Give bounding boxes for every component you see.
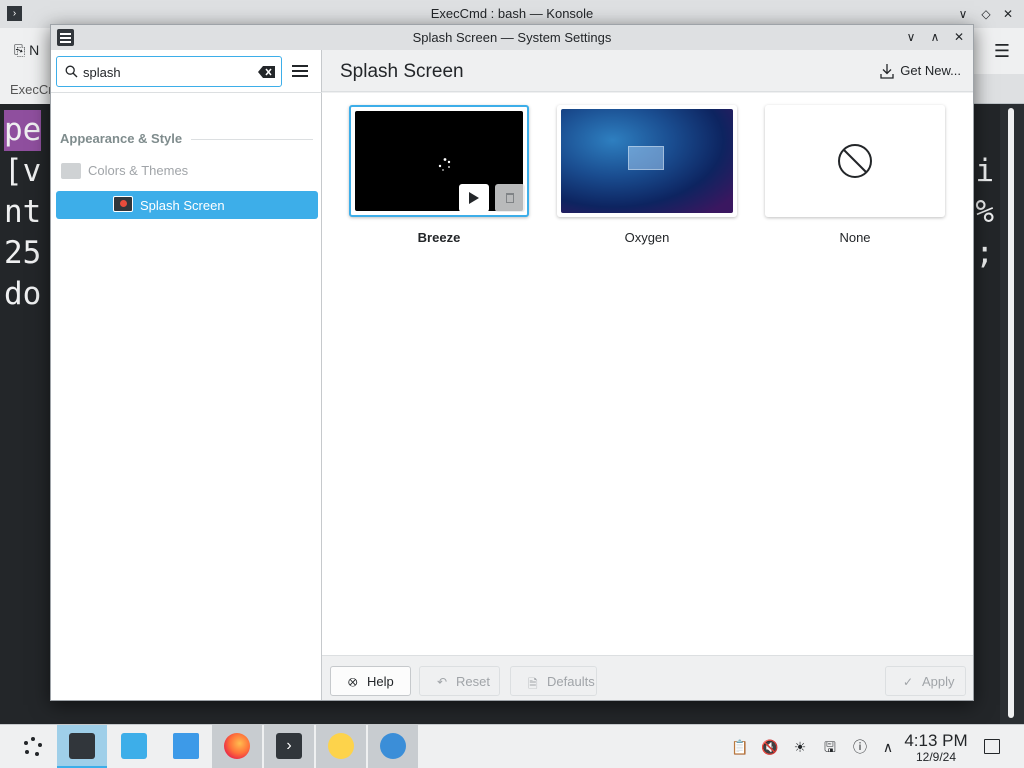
theme-grid: Breeze Oxygen None [322, 93, 973, 655]
firefox-icon [224, 733, 250, 759]
launcher-icon [24, 737, 42, 756]
plane-icon [380, 733, 406, 759]
konsole-menu-icon[interactable]: ☰ [994, 41, 1010, 62]
theme-card-breeze[interactable] [349, 105, 529, 217]
category-header: Appearance & Style [60, 131, 183, 146]
emoji-icon [328, 733, 354, 759]
no-symbol-icon [838, 144, 872, 178]
task-emoji[interactable] [316, 725, 366, 768]
close-icon[interactable]: ✕ [950, 28, 968, 46]
taskbar: › 📋 🔇 ☀ 🖫 ⓘ ∧ 4:13 PM 12/9/24 [0, 724, 1024, 768]
task-dolphin[interactable] [161, 725, 211, 768]
theme-card-none[interactable] [765, 105, 945, 217]
colors-themes-icon [61, 163, 81, 179]
new-tab-label: N [29, 42, 40, 58]
clipboard-icon[interactable]: 📋 [731, 738, 749, 756]
new-tab-icon: ⎘ [14, 42, 26, 58]
splash-screen-icon [113, 196, 133, 212]
content-header: Splash Screen Get New... [322, 50, 973, 92]
volume-muted-icon[interactable]: 🔇 [761, 738, 779, 756]
terminal-scrollbar[interactable] [1000, 104, 1024, 724]
theme-name: Breeze [417, 230, 461, 245]
sidebar-divider [51, 92, 322, 93]
theme-name: None [839, 230, 871, 245]
konsole-window-title: ExecCmd : bash — Konsole [430, 6, 594, 21]
sidebar-item-label: Colors & Themes [88, 163, 189, 178]
help-label: Help [367, 674, 394, 689]
task-firefox[interactable] [212, 725, 262, 768]
tray-expand-icon[interactable]: ∧ [879, 738, 897, 756]
theme-preview [355, 111, 525, 212]
scrollbar-thumb[interactable] [1008, 108, 1014, 718]
system-settings-icon [69, 733, 95, 759]
task-konsole[interactable]: › [264, 725, 314, 768]
app-launcher-button[interactable] [8, 725, 58, 768]
brightness-icon[interactable]: ☀ [791, 738, 809, 756]
clear-search-icon[interactable] [258, 66, 275, 78]
hamburger-menu-icon[interactable] [291, 62, 309, 80]
terminal-line: pe [4, 110, 42, 151]
terminal-line: nt [4, 194, 42, 230]
preview-button[interactable] [459, 184, 489, 212]
apply-button[interactable]: ✓ Apply [885, 666, 966, 696]
sidebar-item-label: Splash Screen [140, 198, 225, 213]
terminal-line: 25 [4, 235, 42, 271]
terminal-fragment: % [975, 194, 994, 230]
get-new-label: Get New... [900, 63, 961, 78]
delete-button[interactable] [495, 184, 525, 212]
new-tab-button[interactable]: ⎘ N [14, 42, 39, 59]
page-title: Splash Screen [340, 61, 464, 82]
minimize-icon[interactable]: ∨ [954, 5, 972, 23]
theme-card-oxygen[interactable] [557, 105, 737, 217]
folder-icon [173, 733, 199, 759]
search-field[interactable] [56, 56, 282, 87]
terminal-fragment: i [975, 153, 994, 189]
button-bar: ⭙ Help ↶ Reset 🗎 Defaults ✓ Apply [322, 655, 973, 700]
defaults-button[interactable]: 🗎 Defaults [510, 666, 597, 696]
play-icon [469, 192, 479, 204]
apply-label: Apply [922, 674, 955, 689]
sidebar-item-splash-screen[interactable]: Splash Screen [56, 191, 318, 219]
search-icon [65, 65, 78, 78]
trash-icon [506, 193, 514, 203]
theme-name: Oxygen [624, 230, 670, 245]
download-icon [880, 64, 894, 79]
defaults-label: Defaults [547, 674, 595, 689]
maximize-icon[interactable]: ◇ [977, 5, 995, 23]
close-icon[interactable]: ✕ [999, 5, 1017, 23]
settings-titlebar[interactable]: Splash Screen — System Settings ∨ ∧ ✕ [51, 25, 973, 50]
help-button[interactable]: ⭙ Help [330, 666, 411, 696]
get-new-button[interactable]: Get New... [876, 59, 961, 83]
settings-window-title: Splash Screen — System Settings [412, 30, 612, 45]
task-discover[interactable] [109, 725, 159, 768]
checkmark-icon: ✓ [903, 675, 914, 689]
maximize-icon[interactable]: ∧ [926, 28, 944, 46]
category-divider [191, 139, 313, 140]
settings-sidebar: Appearance & Style Colors & Themes Splas… [51, 50, 322, 700]
document-icon: 🗎 [528, 677, 538, 691]
clock-time[interactable]: 4:13 PM [900, 731, 972, 751]
reset-label: Reset [456, 674, 490, 689]
terminal-line: [v [4, 153, 42, 189]
terminal-line: do [4, 276, 42, 312]
spinner-icon [438, 158, 451, 171]
task-plane[interactable] [368, 725, 418, 768]
terminal-fragment: ; [975, 235, 994, 271]
theme-preview [561, 109, 733, 213]
terminal-icon: › [276, 733, 302, 759]
discover-icon [121, 733, 147, 759]
help-icon: ⭙ [348, 675, 358, 689]
settings-content: Splash Screen Get New... Breeze Oxygen N… [322, 50, 973, 700]
undo-icon: ↶ [437, 675, 448, 689]
show-desktop-icon[interactable] [984, 739, 1000, 754]
system-settings-window: Splash Screen — System Settings ∨ ∧ ✕ Ap… [50, 24, 974, 701]
sidebar-item-colors-themes[interactable]: Colors & Themes [57, 157, 317, 185]
minimize-icon[interactable]: ∨ [902, 28, 920, 46]
task-system-settings[interactable] [57, 725, 107, 768]
clock-date[interactable]: 12/9/24 [900, 750, 972, 764]
search-input[interactable] [83, 63, 253, 81]
network-icon[interactable]: ⓘ [851, 738, 869, 756]
disk-icon[interactable]: 🖫 [821, 738, 839, 756]
reset-button[interactable]: ↶ Reset [419, 666, 500, 696]
